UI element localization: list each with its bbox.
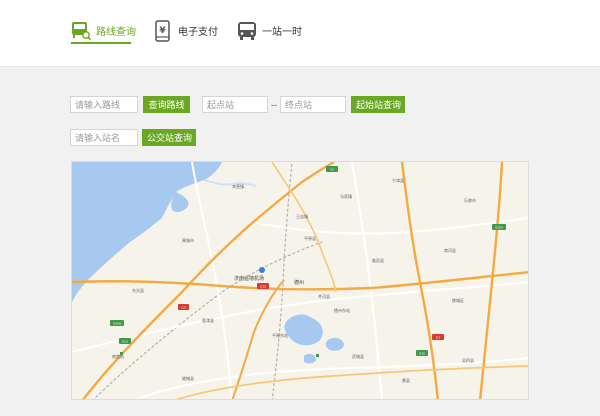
station-input[interactable] xyxy=(70,129,138,146)
place-label: 夏津县 xyxy=(202,317,214,323)
query-route-button[interactable]: 查询路线 xyxy=(143,96,190,113)
place-label: 禹城市 xyxy=(182,237,194,243)
place-label: 吴桥县 xyxy=(462,357,474,363)
tab-label: 路线查询 xyxy=(96,27,136,38)
highway-shield: G3 xyxy=(178,304,189,310)
map-canvas[interactable]: G20 G3 S1 G35 G2 S12 G308 G205 李营镇 王店镇 马… xyxy=(72,162,529,400)
place-label: 临邑县 xyxy=(372,257,384,263)
place-label: 宁津县 xyxy=(392,177,404,183)
svg-text:G205: G205 xyxy=(495,226,503,230)
place-label: 马家镇 xyxy=(340,193,352,199)
tab-one-stop-one-time[interactable]: 一站一时 xyxy=(237,16,302,45)
highway-shield: G308 xyxy=(110,320,124,326)
station-marker-icon xyxy=(120,352,123,355)
range-separator: -- xyxy=(271,99,277,110)
airport-pin-icon[interactable] xyxy=(259,267,265,273)
active-tab-indicator xyxy=(71,42,131,44)
highway-shield: S1 xyxy=(326,166,338,172)
svg-text:G3: G3 xyxy=(181,306,185,310)
station-search-row: 公交站查询 xyxy=(70,129,196,146)
route-input[interactable] xyxy=(70,96,138,113)
svg-text:¥: ¥ xyxy=(159,26,166,36)
bus-icon xyxy=(238,21,256,40)
end-station-input[interactable] xyxy=(280,96,346,113)
place-label: 景县 xyxy=(402,377,410,383)
highway-shield: S12 xyxy=(119,338,131,344)
tab-electronic-payment[interactable]: ¥ 电子支付 xyxy=(153,16,218,45)
place-label: 平原东站 xyxy=(272,332,288,338)
tab-route-query[interactable]: 路线查询 xyxy=(71,16,136,45)
place-label: 武城县 xyxy=(352,353,364,359)
bus-search-icon xyxy=(72,21,91,40)
svg-text:G2: G2 xyxy=(436,336,440,340)
svg-text:G35: G35 xyxy=(419,352,425,356)
bus-station-query-button[interactable]: 公交站查询 xyxy=(142,129,196,146)
highway-shield: G2 xyxy=(432,334,444,340)
place-label: 李营镇 xyxy=(232,183,244,189)
place-label: 平原县 xyxy=(304,235,316,241)
place-label: 齐河县 xyxy=(318,293,330,299)
start-end-query-button[interactable]: 起始站查询 xyxy=(351,96,405,113)
svg-text:G308: G308 xyxy=(113,322,121,326)
place-label: 陵城区 xyxy=(452,297,464,303)
airport-label: 济南遥墙机场 xyxy=(234,275,264,282)
start-station-input[interactable] xyxy=(202,96,268,113)
svg-text:S12: S12 xyxy=(122,340,128,344)
place-label: 王店镇 xyxy=(296,213,308,219)
place-label: 德州东站 xyxy=(334,307,350,313)
place-label: 乐陵市 xyxy=(464,197,476,203)
svg-text:S1: S1 xyxy=(330,168,334,172)
place-label: 故城县 xyxy=(182,375,194,381)
city-label: 德州 xyxy=(294,279,304,286)
place-label: 东光县 xyxy=(132,287,144,293)
route-search-row: 查询路线 -- 起始站查询 xyxy=(70,96,405,113)
map-view[interactable]: G20 G3 S1 G35 G2 S12 G308 G205 李营镇 王店镇 马… xyxy=(71,161,529,400)
highway-shield: G20 xyxy=(257,283,269,289)
place-label: 商河县 xyxy=(444,247,456,253)
top-tab-bar: 路线查询 ¥ 电子支付 一站一时 xyxy=(0,0,600,67)
highway-shield: G205 xyxy=(492,224,506,230)
station-marker-icon xyxy=(316,354,319,357)
yuan-phone-icon: ¥ xyxy=(155,19,170,42)
tab-label: 一站一时 xyxy=(262,27,302,38)
highway-shield: G35 xyxy=(416,350,428,356)
svg-text:G20: G20 xyxy=(260,285,266,289)
tab-label: 电子支付 xyxy=(178,27,218,38)
